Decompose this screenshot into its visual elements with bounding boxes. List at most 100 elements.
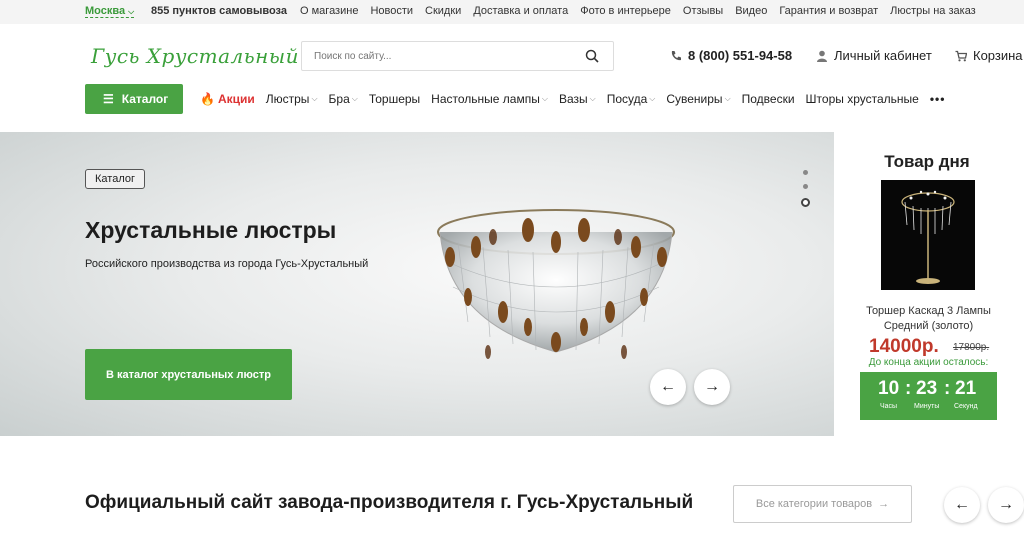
top-link-interior-photos[interactable]: Фото в интерьере <box>580 5 671 17</box>
hero-badge[interactable]: Каталог <box>85 169 145 189</box>
city-label: Москва <box>85 5 126 17</box>
hero-prev-button[interactable]: ← <box>650 369 686 405</box>
top-link-custom-chandeliers[interactable]: Люстры на заказ <box>890 5 976 17</box>
nav-item-tableware[interactable]: Посуда ⌵ <box>607 92 656 106</box>
product-of-day: Товар дня Торшер Каскад 3 Лампы Средний … <box>834 132 1024 436</box>
site-logo[interactable]: Гусь Хрустальный <box>85 40 299 72</box>
arrow-left-icon: ← <box>954 496 970 513</box>
timer-separator: : <box>944 378 951 399</box>
account-link[interactable]: Личный кабинет <box>816 48 932 63</box>
chevron-down-icon: ⌵ <box>724 94 731 103</box>
floor-lamp-image <box>901 190 955 284</box>
pickup-points-link[interactable]: 855 пунктов самовывоза <box>151 5 287 17</box>
top-link-discounts[interactable]: Скидки <box>425 5 461 17</box>
main-nav: 🔥 Акции Люстры ⌵ Бра ⌵ Торшеры Настольные л… <box>200 92 956 106</box>
chevron-down-icon: ⌵ <box>128 7 135 16</box>
categories-next-button[interactable]: → <box>988 487 1024 523</box>
top-link-delivery[interactable]: Доставка и оплата <box>473 5 568 17</box>
catalog-label: Каталог <box>121 92 169 106</box>
categories-prev-button[interactable]: ← <box>944 487 980 523</box>
countdown-timer: 10 : 23 : 21 Часы Минуты Секунд <box>860 372 997 420</box>
nav-item-label: Настольные лампы <box>431 92 540 106</box>
cart-icon <box>955 50 967 61</box>
nav-item-label: Подвески <box>741 92 795 106</box>
product-old-price: 17800р. <box>953 342 990 353</box>
nav-item-pendants[interactable]: Подвески <box>742 92 795 106</box>
city-selector[interactable]: Москва ⌵ <box>85 5 135 18</box>
arrow-right-icon: → <box>998 496 1014 513</box>
top-link-about[interactable]: О магазине <box>300 5 358 17</box>
nav-item-label: Люстры <box>265 92 310 106</box>
cart-label: Корзина <box>973 48 1023 63</box>
nav-item-vases[interactable]: Вазы ⌵ <box>559 92 596 106</box>
fire-icon: 🔥 <box>200 92 215 106</box>
slider-dot-active[interactable] <box>801 198 810 207</box>
cart-link[interactable]: Корзина <box>955 48 1023 63</box>
timer-hours-label: Часы <box>880 403 898 410</box>
search-icon[interactable] <box>585 49 599 63</box>
timer-minutes-label: Минуты <box>914 403 940 410</box>
nav-item-sales[interactable]: 🔥 Акции <box>200 92 255 106</box>
nav-item-table-lamps[interactable]: Настольные лампы ⌵ <box>431 92 548 106</box>
search-box <box>301 41 614 71</box>
nav-item-label: Торшеры <box>368 92 421 106</box>
top-link-video[interactable]: Видео <box>735 5 767 17</box>
nav-more-button[interactable]: ••• <box>930 92 946 106</box>
chevron-down-icon: ⌵ <box>649 94 656 103</box>
chandelier-image <box>437 209 675 359</box>
arrow-right-icon: → <box>878 498 890 510</box>
timer-separator: : <box>905 378 912 399</box>
nav-item-label: Шторы хрустальные <box>805 92 919 106</box>
nav-item-crystal-curtains[interactable]: Шторы хрустальные <box>806 92 919 106</box>
section-title: Официальный сайт завода-производителя г.… <box>85 492 694 513</box>
nav-item-label: Посуда <box>606 92 648 106</box>
catalog-button[interactable]: ☰ Каталог <box>85 84 183 114</box>
user-icon <box>817 50 827 62</box>
product-of-day-title: Товар дня <box>884 152 970 171</box>
nav-item-souvenirs[interactable]: Сувениры ⌵ <box>666 92 730 106</box>
chevron-down-icon: ⌵ <box>541 94 548 103</box>
nav-item-sales-label: Акции <box>217 92 255 106</box>
menu-icon: ☰ <box>103 92 114 106</box>
timer-minutes: 23 <box>916 378 938 399</box>
promo-countdown-label: До конца акции осталось: <box>868 357 989 368</box>
hero-subtitle: Российского производства из города Гусь-… <box>85 258 369 270</box>
nav-item-label: Вазы <box>558 92 588 106</box>
nav-item-label: Сувениры <box>666 92 723 106</box>
slider-dot[interactable] <box>803 184 808 189</box>
chevron-down-icon: ⌵ <box>589 94 596 103</box>
hero-slider: Каталог Хрустальные люстры Российского п… <box>0 132 834 436</box>
search-input[interactable] <box>302 42 572 70</box>
arrow-right-icon: → <box>704 378 720 395</box>
top-link-reviews[interactable]: Отзывы <box>683 5 723 17</box>
all-categories-button[interactable]: Все категории товаров → <box>733 485 912 523</box>
top-link-warranty[interactable]: Гарантия и возврат <box>779 5 878 17</box>
timer-seconds: 21 <box>955 378 977 399</box>
phone-icon <box>671 50 681 60</box>
phone-link[interactable]: 8 (800) 551-94-58 <box>670 48 792 63</box>
product-price: 14000р. <box>869 336 939 357</box>
phone-number: 8 (800) 551-94-58 <box>688 48 793 63</box>
nav-item-sconces[interactable]: Бра ⌵ <box>329 92 358 106</box>
hero-catalog-button[interactable]: В каталог хрустальных люстр <box>85 349 292 400</box>
top-links: О магазине Новости Скидки Доставка и опл… <box>300 5 988 17</box>
all-categories-label: Все категории товаров <box>755 498 873 510</box>
top-bar: Москва ⌵ 855 пунктов самовывоза О магазин… <box>0 0 1024 24</box>
chevron-down-icon: ⌵ <box>311 94 318 103</box>
hero-next-button[interactable]: → <box>694 369 730 405</box>
nav-item-chandeliers[interactable]: Люстры ⌵ <box>266 92 318 106</box>
arrow-left-icon: ← <box>660 378 676 395</box>
logo-text: Гусь Хрустальный <box>91 44 299 68</box>
hero-title: Хрустальные люстры <box>85 217 337 243</box>
chevron-down-icon: ⌵ <box>351 94 358 103</box>
timer-hours: 10 <box>878 378 900 399</box>
product-image[interactable] <box>881 180 975 290</box>
nav-item-label: Бра <box>328 92 350 106</box>
account-label: Личный кабинет <box>834 48 932 63</box>
slider-dots <box>801 170 810 207</box>
slider-dot[interactable] <box>803 170 808 175</box>
top-link-news[interactable]: Новости <box>370 5 413 17</box>
nav-item-floor-lamps[interactable]: Торшеры <box>369 92 420 106</box>
timer-seconds-label: Секунд <box>954 403 978 410</box>
product-name[interactable]: Торшер Каскад 3 Лампы Средний (золото) <box>846 304 1011 334</box>
